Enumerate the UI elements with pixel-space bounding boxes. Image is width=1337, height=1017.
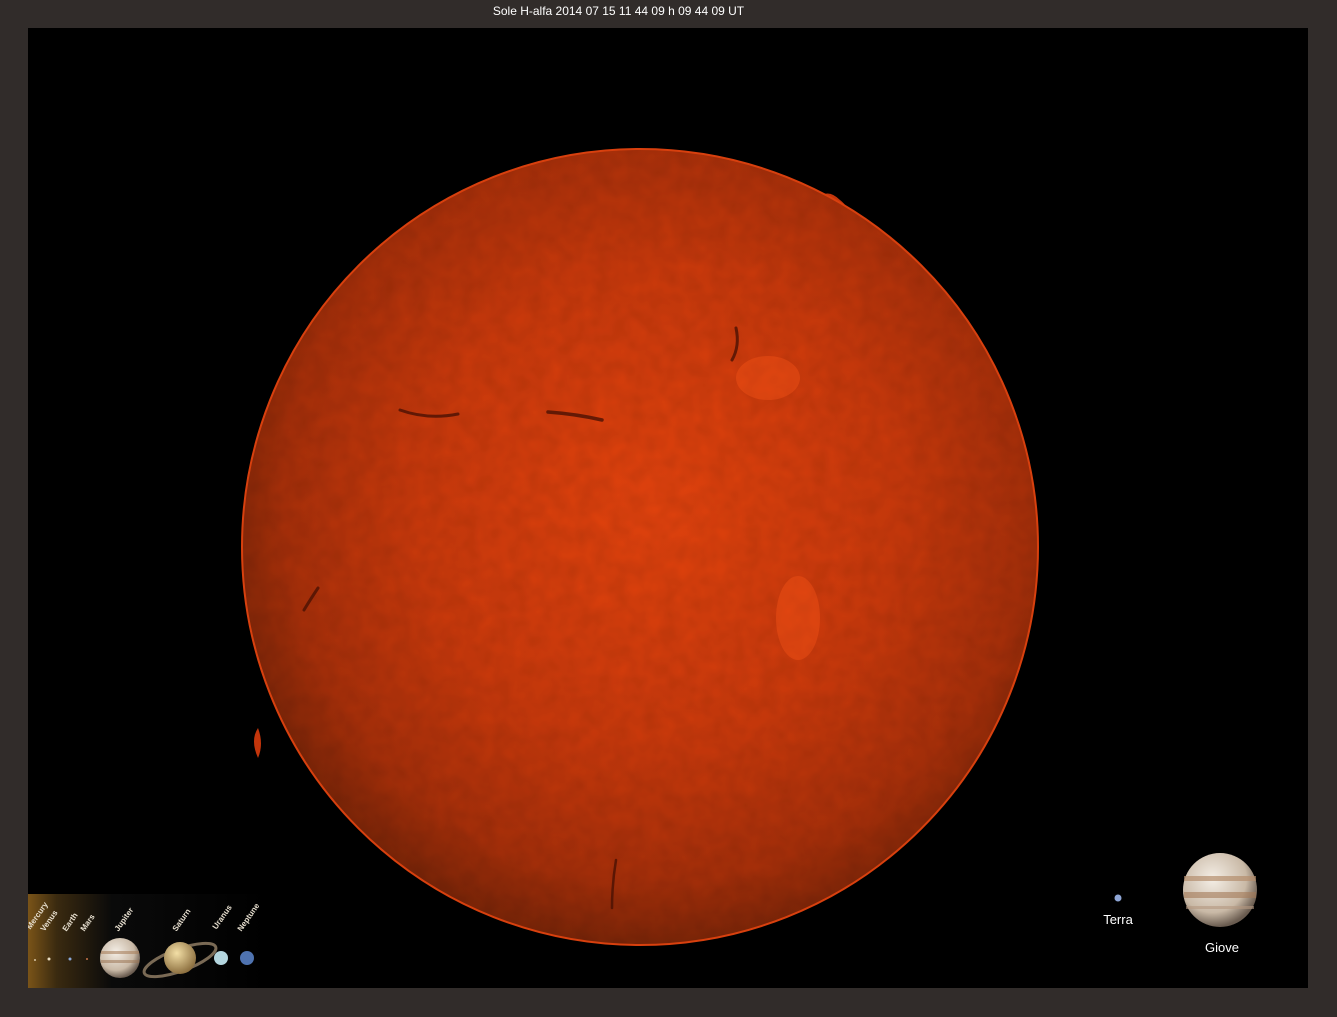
neptune-icon xyxy=(240,951,254,965)
mars-icon xyxy=(86,958,88,960)
image-frame: Mercury Venus Earth Mars Jupiter Saturn … xyxy=(28,28,1308,988)
jupiter-mini-icon xyxy=(100,938,140,978)
uranus-icon xyxy=(214,951,228,965)
sun-image xyxy=(241,148,1257,946)
earth-mini-icon xyxy=(68,957,72,961)
solar-system-scale-strip: Mercury Venus Earth Mars Jupiter Saturn … xyxy=(28,894,268,988)
jupiter-icon xyxy=(1183,853,1257,927)
mercury-icon xyxy=(34,959,36,961)
earth-label: Terra xyxy=(1103,912,1133,927)
image-title: Sole H-alfa 2014 07 15 11 44 09 h 09 44 … xyxy=(492,4,745,18)
jupiter-label: Giove xyxy=(1205,940,1239,955)
saturn-mini-icon xyxy=(142,941,218,979)
earth-icon xyxy=(1114,894,1122,902)
venus-icon xyxy=(47,957,51,961)
